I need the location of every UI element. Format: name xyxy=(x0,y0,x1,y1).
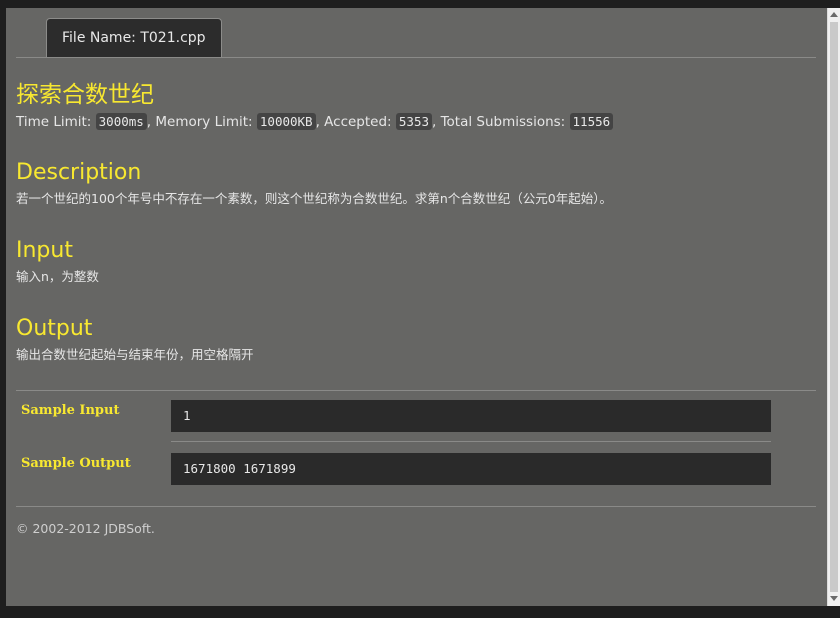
sample-input-label: Sample Input xyxy=(21,403,120,418)
total-submissions-value: 11556 xyxy=(569,113,614,130)
problem-limits: Time Limit: 3000ms, Memory Limit: 10000K… xyxy=(16,112,614,132)
input-heading: Input xyxy=(16,238,73,263)
time-limit-label: Time Limit: xyxy=(16,114,96,130)
memory-limit-value: 10000KB xyxy=(256,113,316,130)
vertical-scrollbar[interactable] xyxy=(827,8,840,606)
output-text: 输出合数世纪起始与结束年份，用空格隔开 xyxy=(16,347,254,362)
description-text: 若一个世纪的100个年号中不存在一个素数，则这个世纪称为合数世纪。求第n个合数世… xyxy=(16,191,612,206)
accepted-value: 5353 xyxy=(395,113,432,130)
time-limit-value: 3000ms xyxy=(95,113,147,130)
sample-output-box[interactable]: 1671800 1671899 xyxy=(171,453,771,485)
problem-title: 探索合数世纪 xyxy=(16,82,154,108)
memory-limit-label: , Memory Limit: xyxy=(146,114,257,130)
section-divider xyxy=(16,390,816,391)
output-heading: Output xyxy=(16,316,93,341)
footer-divider xyxy=(16,506,816,507)
total-submissions-label: , Total Submissions: xyxy=(432,114,570,130)
tab-bar: File Name: T021.cpp xyxy=(16,8,816,58)
tab-file-name[interactable]: File Name: T021.cpp xyxy=(46,18,222,57)
copyright-footer: © 2002-2012 JDBSoft. xyxy=(16,521,155,536)
problem-page: File Name: T021.cpp 探索合数世纪 Time Limit: 3… xyxy=(6,8,828,606)
scroll-up-arrow-icon[interactable] xyxy=(830,12,838,17)
sample-divider xyxy=(171,441,771,442)
sample-output-label: Sample Output xyxy=(21,456,131,471)
accepted-label: , Accepted: xyxy=(315,114,396,130)
sample-input-box[interactable]: 1 xyxy=(171,400,771,432)
scroll-down-arrow-icon[interactable] xyxy=(830,596,838,601)
input-text: 输入n，为整数 xyxy=(16,269,99,284)
scrollbar-thumb[interactable] xyxy=(830,22,838,592)
description-heading: Description xyxy=(16,160,142,185)
